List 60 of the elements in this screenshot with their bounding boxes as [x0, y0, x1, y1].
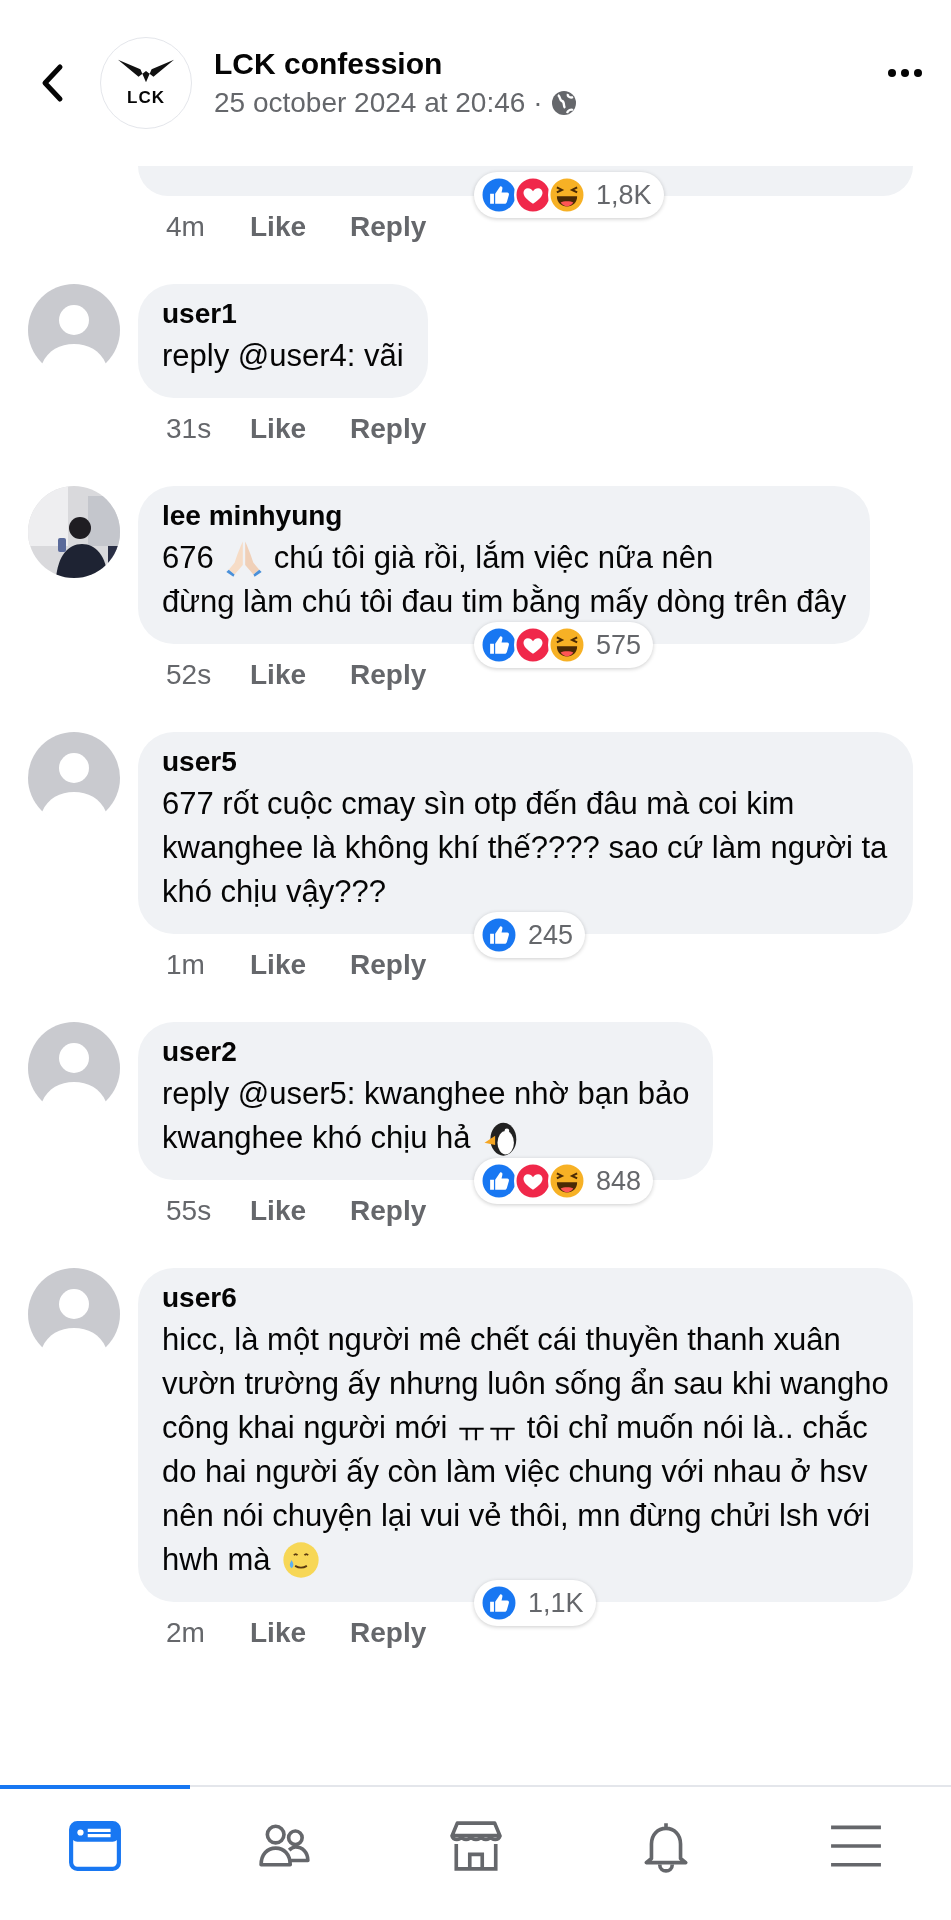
comment-text: reply @user4: vãi [162, 337, 404, 375]
commenter-name[interactable]: lee minhyung [162, 500, 847, 532]
like-link[interactable]: Like [250, 659, 307, 691]
commenter-name[interactable]: user2 [162, 1036, 690, 1068]
heart-reaction-icon [514, 1162, 552, 1200]
more-options-icon[interactable] [887, 68, 923, 78]
comment-text: 677 rốt cuộc cmay sìn otp đến đâu mà coi kim kwanghee là không khí thế???? sao cứ làm người ta khó chịu vậy??? [162, 785, 889, 911]
comment-time: 2m [166, 1617, 206, 1649]
like-reaction-icon [480, 1584, 518, 1622]
logo-text: LCK [127, 88, 165, 108]
laughing-reaction-icon [548, 626, 586, 664]
reactions-badge[interactable]: 575 [474, 622, 654, 668]
reply-link[interactable]: Reply [350, 413, 427, 445]
shop-icon [448, 1819, 503, 1873]
reactions-badge[interactable]: 848 [474, 1158, 654, 1204]
default-avatar-icon [28, 1022, 120, 1114]
like-reaction-icon [480, 916, 518, 954]
laughing-reaction-icon [548, 176, 586, 214]
like-reaction-icon [480, 176, 518, 214]
comment-text: đừng làm chú tôi đau tim bằng mấy dòng trên đây [162, 583, 847, 621]
like-link[interactable]: Like [250, 413, 307, 445]
like-link[interactable]: Like [250, 211, 307, 243]
globe-icon [550, 89, 579, 117]
back-icon[interactable] [40, 63, 64, 103]
commenter-name[interactable]: user1 [162, 298, 404, 330]
like-link[interactable]: Like [250, 1195, 307, 1227]
like-reaction-icon [480, 626, 518, 664]
comment-text: 676 [162, 539, 214, 577]
comment-text: reply @user5: kwanghee nhờ bạn bảo [162, 1075, 690, 1113]
default-avatar-icon [28, 732, 120, 824]
reply-link[interactable]: Reply [350, 949, 427, 981]
smiling-face-with-tear-icon [280, 1540, 321, 1580]
feed-icon [68, 1819, 123, 1873]
comment-time: 1m [166, 949, 206, 981]
comment-text: chú tôi già rồi, lắm việc nữa nên [273, 539, 714, 577]
reply-link[interactable]: Reply [350, 211, 427, 243]
comment-time: 4m [166, 211, 206, 243]
comment-text: hwh mà [162, 1541, 271, 1579]
reactions-badge[interactable]: 1,1K [474, 1580, 596, 1626]
comment-text: kwanghee khó chịu hả [162, 1119, 471, 1157]
default-avatar-icon [28, 1268, 120, 1360]
comment-time: 52s [166, 659, 213, 691]
heart-reaction-icon [514, 176, 552, 214]
like-link[interactable]: Like [250, 1617, 307, 1649]
like-link[interactable]: Like [250, 949, 307, 981]
default-avatar-icon [28, 284, 120, 376]
reply-link[interactable]: Reply [350, 659, 427, 691]
reactions-badge[interactable]: 245 [474, 912, 586, 958]
reply-link[interactable]: Reply [350, 1617, 427, 1649]
comment-time: 31s [166, 413, 213, 445]
reactions-badge[interactable]: 1,8K [474, 172, 664, 218]
heart-reaction-icon [514, 626, 552, 664]
post-date: 25 october 2024 at 20:46 · [214, 87, 543, 119]
commenter-name[interactable]: user6 [162, 1282, 889, 1314]
like-reaction-icon [480, 1162, 518, 1200]
reply-link[interactable]: Reply [350, 1195, 427, 1227]
page-title[interactable]: LCK confession [214, 47, 865, 81]
comment-time: 55s [166, 1195, 213, 1227]
laughing-reaction-icon [548, 1162, 586, 1200]
commenter-name[interactable]: user5 [162, 746, 889, 778]
